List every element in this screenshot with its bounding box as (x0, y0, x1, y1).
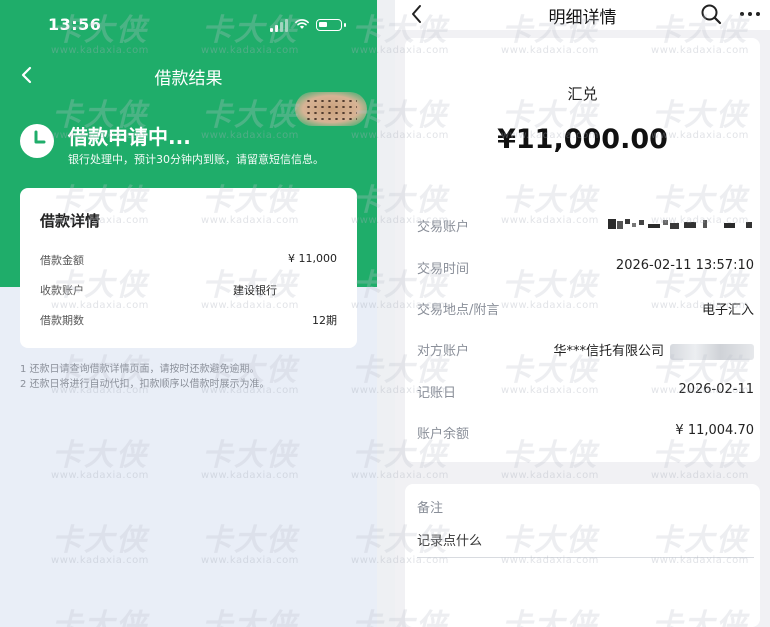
status-icons (270, 18, 350, 32)
detail-row-term: 借款期数 12期 (40, 312, 337, 330)
note-line: 1 还款日请查询借款详情页面，请按时还款避免逾期。 (20, 364, 260, 375)
row-label: 账户余额 (417, 427, 470, 442)
transaction-detail-screen: 明细详情 汇兑 ¥11,000.00 交易账户 交易时间 2026-02-11 … (395, 0, 770, 627)
counterparty-value: 华***信托有限公司 (553, 340, 754, 360)
battery-icon (316, 19, 342, 31)
detail-label: 借款金额 (40, 254, 84, 267)
row-label: 对方账户 (417, 344, 470, 359)
status-time: 13:56 (48, 15, 102, 34)
blurred-account-number (670, 343, 754, 360)
battery-tip (344, 23, 346, 27)
loan-status-description: 银行处理中，预计30分钟内到账，请留意短信信息。 (68, 153, 324, 166)
row-posting-date: 记账日 2026-02-11 (417, 382, 754, 402)
row-value: 2026-02-11 13:57:10 (615, 258, 754, 273)
loan-status-title: 借款申请中... (68, 125, 191, 149)
page-title: 借款结果 (154, 69, 223, 89)
note-line: 2 还款日将进行自动代扣，扣款顺序以借款时展示为准。 (20, 379, 270, 390)
row-balance: 账户余额 ¥ 11,004.70 (417, 423, 754, 443)
redacted-account-icon (608, 218, 752, 229)
row-trade-account: 交易账户 (417, 216, 754, 236)
detail-row-amount: 借款金额 ¥ 11,000 (40, 252, 337, 270)
more-icon[interactable] (738, 4, 762, 24)
row-trade-time: 交易时间 2026-02-11 13:57:10 (417, 258, 754, 278)
detail-row-account: 收款账户 建设银行 (40, 282, 337, 300)
detail-label: 借款期数 (40, 314, 84, 327)
masked-account-value (608, 216, 754, 231)
counterparty-name: 华***信托有限公司 (553, 344, 664, 359)
transaction-type: 汇兑 (567, 85, 598, 103)
nav-bar: 明细详情 (395, 0, 770, 30)
memo-card: 备注 (405, 484, 760, 627)
loan-result-screen: 13:56 借款结果 借款申请中... 银行处理中，预计30分钟内到账，请留意短… (0, 0, 377, 627)
row-value: 2026-02-11 (678, 382, 754, 397)
detail-label: 收款账户 (40, 284, 84, 297)
row-counterparty: 对方账户 华***信托有限公司 (417, 340, 754, 360)
detail-value: 12期 (312, 314, 337, 327)
memo-input[interactable] (417, 526, 754, 558)
row-label: 记账日 (417, 386, 457, 401)
row-label: 交易时间 (417, 262, 470, 277)
transaction-amount: ¥11,000.00 (497, 124, 668, 155)
finger-occlusion-texture (305, 98, 357, 122)
transaction-card: 汇兑 ¥11,000.00 交易账户 交易时间 2026-02-11 13:57… (405, 38, 760, 462)
memo-label: 备注 (417, 501, 444, 516)
row-value: ¥ 11,004.70 (675, 423, 754, 438)
screenshot-divider (377, 0, 395, 627)
row-trade-place: 交易地点/附言 电子汇入 (417, 299, 754, 319)
status-bar: 13:56 (0, 0, 377, 50)
loan-detail-card: 借款详情 借款金额 ¥ 11,000 收款账户 建设银行 借款期数 12期 (20, 188, 357, 348)
detail-value: ¥ 11,000 (288, 252, 337, 265)
card-title: 借款详情 (40, 212, 101, 230)
detail-value: 建设银行 (233, 284, 277, 297)
wifi-icon (295, 19, 309, 29)
clock-icon (20, 124, 54, 158)
row-label: 交易地点/附言 (417, 303, 500, 318)
row-label: 交易账户 (417, 220, 470, 235)
loan-notes: 1 还款日请查询借款详情页面，请按时还款避免逾期。 2 还款日将进行自动代扣，扣… (20, 362, 360, 392)
search-icon[interactable] (700, 3, 722, 25)
row-value: 电子汇入 (701, 303, 754, 318)
nav-bar: 借款结果 (0, 55, 377, 95)
